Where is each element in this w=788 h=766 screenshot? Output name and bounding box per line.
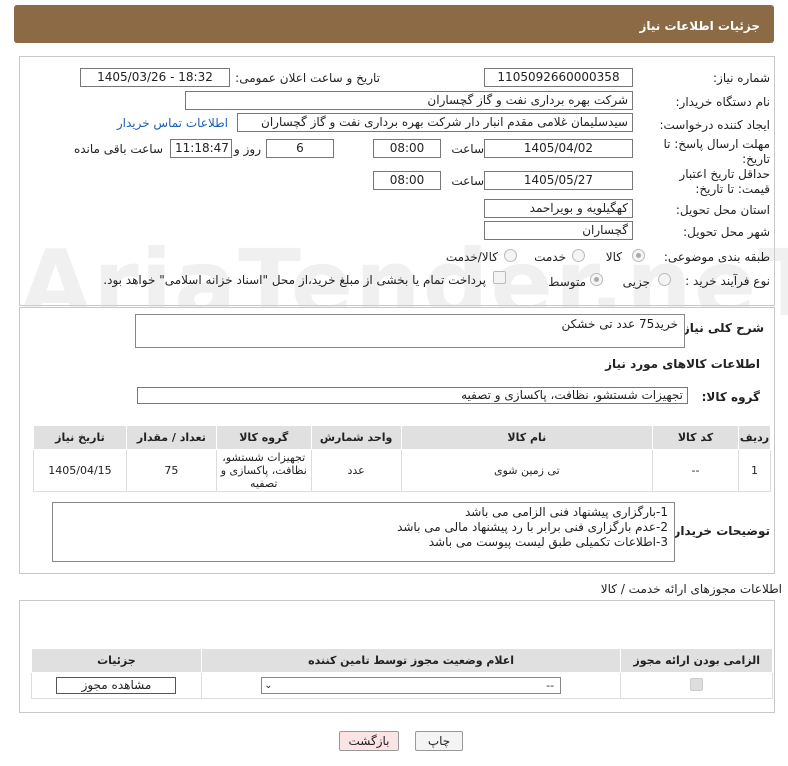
print-button[interactable]: چاپ bbox=[415, 731, 463, 751]
buyer-notes-label: توضیحات خریدار: bbox=[668, 524, 770, 538]
deadline-time-label: ساعت bbox=[451, 142, 484, 156]
deadline-label: مهلت ارسال پاسخ: تا تاریخ: bbox=[663, 137, 770, 166]
buyer-note-2: 2-عدم بارگزاری فنی برابر با رد پیشنهاد م… bbox=[397, 520, 668, 534]
creator-field[interactable]: سیدسلیمان غلامی مقدم انبار دار شرکت بهره… bbox=[237, 113, 633, 132]
remaining-time-field[interactable]: 11:18:47 bbox=[170, 139, 232, 158]
need-desc-label: شرح کلی نیاز: bbox=[678, 321, 764, 335]
permits-table: جزئیات اعلام وضعیت مجوز توسط تامین کننده… bbox=[31, 648, 773, 699]
view-permit-button[interactable]: مشاهده مجوز bbox=[56, 677, 177, 694]
province-field[interactable]: کهگیلویه و بویراحمد bbox=[484, 199, 633, 218]
process-medium-radio[interactable] bbox=[590, 273, 603, 286]
cell-code: -- bbox=[652, 449, 739, 492]
cell-name: تی زمین شوی bbox=[400, 449, 654, 492]
announce-field[interactable]: 1405/03/26 - 18:32 bbox=[80, 68, 230, 87]
page-header: جزئیات اطلاعات نیاز bbox=[14, 5, 774, 43]
validity-date-field[interactable]: 1405/05/27 bbox=[484, 171, 633, 190]
process-medium-label: متوسط bbox=[548, 275, 586, 289]
validity-time-field[interactable]: 08:00 bbox=[373, 171, 441, 190]
goods-table: تاریخ نیاز تعداد / مقدار گروه کالا واحد … bbox=[33, 425, 772, 492]
permit-required-checkbox bbox=[690, 677, 704, 691]
goods-group-field[interactable]: تجهیزات شستشو، نظافت، پاکسازی و تصفیه bbox=[137, 387, 688, 404]
process-label: نوع فرآیند خرید : bbox=[685, 274, 770, 288]
category-goods-label: کالا bbox=[605, 250, 622, 264]
permits-col-status: اعلام وضعیت مجوز توسط تامین کننده bbox=[200, 648, 622, 673]
category-service-label: خدمت bbox=[534, 250, 566, 264]
buyer-org-label: نام دستگاه خریدار: bbox=[675, 95, 771, 109]
col-name: نام کالا bbox=[400, 425, 654, 450]
col-date: تاریخ نیاز bbox=[33, 425, 127, 450]
col-group: گروه کالا bbox=[215, 425, 312, 450]
goods-info-title: اطلاعات کالاهای مورد نیاز bbox=[605, 357, 760, 371]
chevron-down-icon: ⌄ bbox=[264, 680, 273, 691]
permit-status-value: -- bbox=[546, 679, 555, 692]
buyer-org-field[interactable]: شرکت بهره برداری نفت و گاز گچساران bbox=[185, 91, 633, 110]
back-button[interactable]: بازگشت bbox=[339, 731, 399, 751]
goods-group-label: گروه کالا: bbox=[701, 390, 760, 404]
cell-qty: 75 bbox=[125, 449, 217, 492]
cell-group: تجهیزات شستشو، نظافت، پاکسازی و تصفیه bbox=[215, 449, 312, 492]
table-row: 1405/04/15 75 تجهیزات شستشو، نظافت، پاکس… bbox=[33, 449, 772, 492]
buyer-note-3: 3-اطلاعات تکمیلی طبق لیست پیوست می باشد bbox=[428, 535, 668, 549]
permits-title: اطلاعات مجوزهای ارائه خدمت / کالا bbox=[600, 582, 782, 596]
treasury-payment-note: پرداخت تمام یا بخشی از مبلغ خرید،از محل … bbox=[103, 273, 486, 287]
province-label: استان محل تحویل: bbox=[675, 203, 770, 217]
cell-index: 1 bbox=[737, 449, 772, 492]
days-field[interactable]: 6 bbox=[266, 139, 334, 158]
category-goods-service-radio[interactable] bbox=[504, 249, 517, 262]
buyer-note-1: 1-بارگزاری پیشنهاد فنی الزامی می باشد bbox=[464, 505, 668, 519]
cell-date: 1405/04/15 bbox=[33, 449, 127, 492]
col-qty: تعداد / مقدار bbox=[125, 425, 217, 450]
need-number-field[interactable]: 1105092660000358 bbox=[484, 68, 633, 87]
category-service-radio[interactable] bbox=[572, 249, 585, 262]
creator-label: ایجاد کننده درخواست: bbox=[659, 118, 770, 132]
validity-time-label: ساعت bbox=[451, 174, 484, 188]
buyer-notes-field[interactable]: 1-بارگزاری پیشنهاد فنی الزامی می باشد 2-… bbox=[52, 502, 675, 562]
city-field[interactable]: گچساران bbox=[484, 221, 633, 240]
col-index: ردیف bbox=[737, 425, 772, 450]
treasury-payment-checkbox[interactable] bbox=[493, 271, 506, 284]
category-goods-radio[interactable] bbox=[632, 249, 645, 262]
deadline-time-field[interactable]: 08:00 bbox=[373, 139, 441, 158]
page-title: جزئیات اطلاعات نیاز bbox=[639, 19, 760, 33]
permits-col-details: جزئیات bbox=[31, 648, 202, 673]
cell-unit: عدد bbox=[310, 449, 402, 492]
buyer-contact-link[interactable]: اطلاعات تماس خریدار bbox=[117, 116, 228, 130]
col-code: کد کالا bbox=[652, 425, 739, 450]
category-goods-service-label: کالا/خدمت bbox=[445, 250, 498, 264]
process-partial-label: جزیی bbox=[622, 275, 650, 289]
permits-row: مشاهده مجوز -- ⌄ bbox=[31, 672, 773, 699]
category-label: طبقه بندی موضوعی: bbox=[663, 250, 770, 264]
deadline-date-field[interactable]: 1405/04/02 bbox=[484, 139, 633, 158]
days-label: روز و bbox=[234, 142, 261, 156]
need-number-label: شماره نیاز: bbox=[713, 71, 770, 85]
announce-label: تاریخ و ساعت اعلان عمومی: bbox=[235, 71, 380, 85]
process-partial-radio[interactable] bbox=[658, 273, 671, 286]
permit-status-select[interactable]: -- ⌄ bbox=[261, 677, 562, 694]
permits-col-required: الزامی بودن ارائه مجوز bbox=[620, 648, 773, 673]
remaining-label: ساعت باقی مانده bbox=[73, 142, 163, 156]
validity-label: حداقل تاریخ اعتبار قیمت: تا تاریخ: bbox=[679, 167, 770, 196]
city-label: شهر محل تحویل: bbox=[683, 225, 770, 239]
need-desc-field[interactable]: خرید75 عدد تی خشکن bbox=[135, 314, 685, 348]
col-unit: واحد شمارش bbox=[310, 425, 402, 450]
